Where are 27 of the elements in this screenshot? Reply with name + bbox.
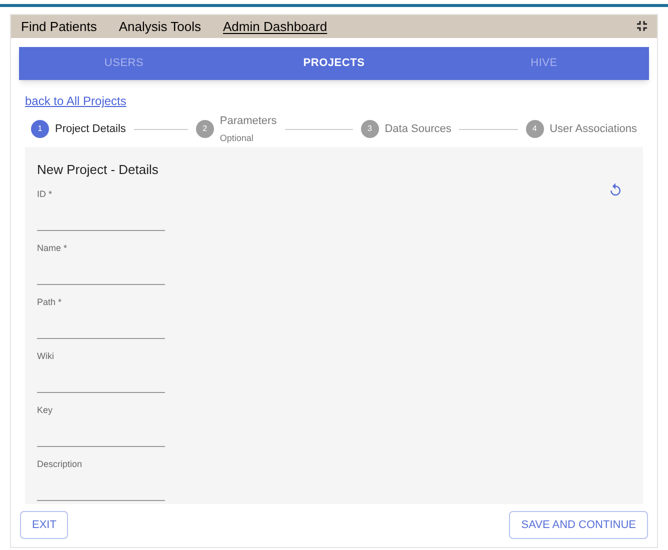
step-number: 2 — [196, 120, 214, 138]
step-label[interactable]: User Associations — [550, 121, 638, 138]
field-label: Path * — [37, 296, 62, 309]
step-number: 3 — [360, 120, 379, 138]
field-label: Name * — [37, 242, 68, 255]
step-label[interactable]: Parameters — [220, 112, 277, 130]
nav-link[interactable]: Admin Dashboard — [223, 16, 328, 36]
tab[interactable]: HIVE — [439, 46, 649, 80]
collapse-icon[interactable] — [637, 21, 647, 32]
action-button[interactable]: SAVE AND CONTINUE — [509, 511, 648, 540]
field-label: Key — [37, 404, 53, 417]
step-label[interactable]: Data Sources — [384, 121, 452, 138]
field-label: ID * — [37, 188, 52, 201]
field-label: Description — [37, 458, 82, 471]
step-number: 1 — [31, 120, 49, 138]
step-sublabel: Optional — [220, 132, 254, 146]
tab[interactable]: USERS — [19, 46, 229, 80]
nav-link[interactable]: Find Patients — [21, 16, 97, 36]
field-label: Wiki — [37, 350, 54, 363]
back-link[interactable]: back to All Projects — [25, 92, 126, 110]
form-title: New Project - Details — [37, 161, 160, 180]
step-label[interactable]: Project Details — [55, 121, 126, 138]
step-number: 4 — [526, 120, 544, 138]
tab[interactable]: PROJECTS — [229, 46, 439, 80]
reset-icon[interactable] — [608, 182, 623, 198]
nav-link[interactable]: Analysis Tools — [118, 16, 202, 36]
action-button[interactable]: EXIT — [20, 511, 68, 540]
